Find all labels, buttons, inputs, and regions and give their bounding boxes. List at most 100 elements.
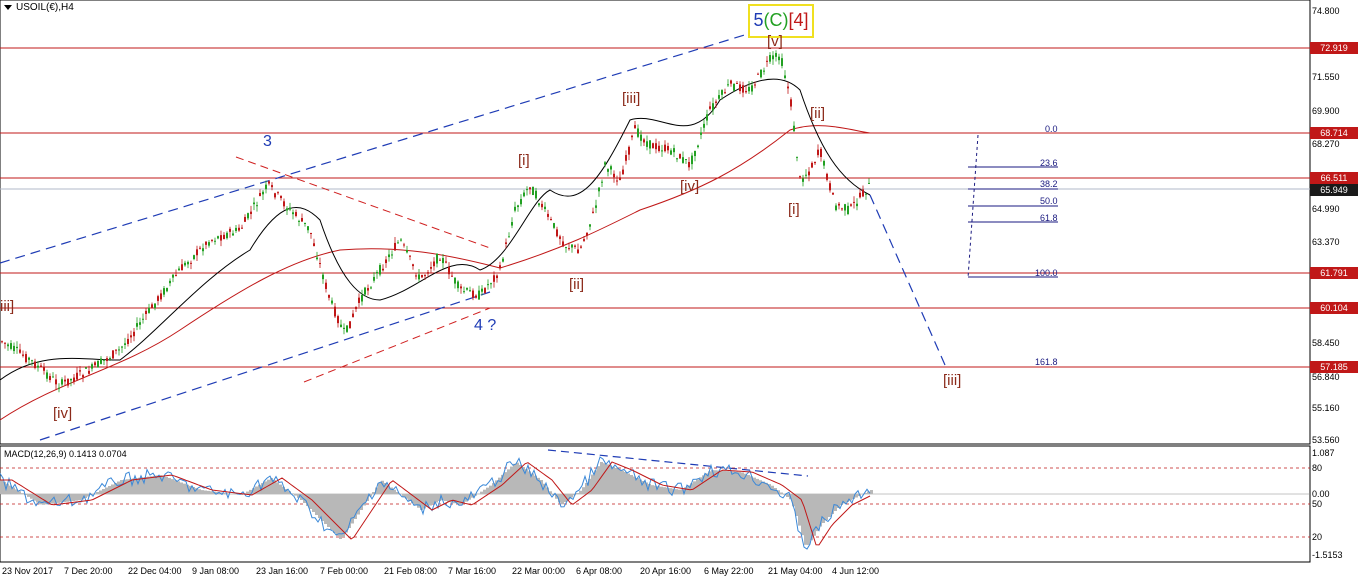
dropdown-triangle-icon[interactable] xyxy=(4,4,12,10)
wave-iv-mid-label[interactable]: [iv] xyxy=(680,178,699,195)
price-box-61791: 61.791 xyxy=(1310,267,1358,279)
projection-line[interactable] xyxy=(869,194,946,366)
macd-divergence-line[interactable] xyxy=(547,449,809,477)
candle-body xyxy=(307,226,309,231)
candle-body xyxy=(208,242,210,246)
wave-i-low-label[interactable]: [i] xyxy=(788,201,800,218)
macd-hist-bar xyxy=(747,475,750,494)
candle-body xyxy=(598,187,600,192)
wave-ii-mid-label[interactable]: [ii] xyxy=(810,105,825,122)
candle-body xyxy=(694,150,696,157)
wave-iii-target-label[interactable]: [iii] xyxy=(943,372,961,389)
candle-body xyxy=(637,128,639,137)
candle-body xyxy=(622,169,624,175)
candle-body xyxy=(409,255,411,257)
macd-hist-bar xyxy=(72,494,75,501)
candle-body xyxy=(139,322,141,325)
macd-indicator-title[interactable]: MACD(12,26,9) 0.1413 0.0704 xyxy=(4,449,127,459)
candle-body xyxy=(136,323,138,327)
macd-hist-bar xyxy=(723,470,726,494)
candle-body xyxy=(514,206,516,211)
wave-iii-label[interactable]: [iii] xyxy=(622,90,640,107)
candle-body xyxy=(199,247,201,249)
candle-body xyxy=(691,155,693,165)
chart-canvas[interactable] xyxy=(0,0,1362,584)
candle-body xyxy=(250,211,252,215)
fibonacci-tool[interactable] xyxy=(967,134,1058,279)
macd-hist-bar xyxy=(621,470,624,494)
candle-body xyxy=(781,58,783,66)
upper-channel-line[interactable] xyxy=(0,17,801,264)
wave-v-label[interactable]: [v] xyxy=(767,33,783,50)
candle-body xyxy=(76,372,78,380)
wave-iv-left-label[interactable]: [iv] xyxy=(53,405,72,422)
candle-body xyxy=(487,284,489,286)
candle-body xyxy=(577,249,579,254)
macd-hist-bar xyxy=(18,491,21,494)
candle-body xyxy=(328,294,330,298)
wave-i-top-label[interactable]: [i] xyxy=(518,152,530,169)
candle-body xyxy=(247,213,249,219)
macd-tick: 20 xyxy=(1312,532,1323,542)
wave-4-question-label[interactable]: 4 ? xyxy=(474,317,496,335)
lower-channel-line[interactable] xyxy=(39,291,491,441)
time-tick: 23 Nov 2017 xyxy=(2,566,54,576)
candle-body xyxy=(574,245,576,247)
candle-body xyxy=(697,145,699,148)
candle-body xyxy=(802,178,804,182)
candle-body xyxy=(490,283,492,285)
candle-body xyxy=(196,249,198,256)
candle-body xyxy=(547,213,549,217)
candle-body xyxy=(505,242,507,244)
candle-body xyxy=(322,274,324,280)
candle-body xyxy=(64,379,66,382)
triangle-upper-line[interactable] xyxy=(235,156,491,249)
wave-ii-low-label[interactable]: [ii] xyxy=(569,276,584,293)
candle-body xyxy=(562,241,564,247)
macd-hist-bar xyxy=(804,494,807,545)
candle-body xyxy=(391,254,393,256)
macd-hist-bar xyxy=(414,494,417,506)
candle-body xyxy=(685,159,687,161)
candle-body xyxy=(586,232,588,236)
candle-body xyxy=(442,258,444,264)
candle-body xyxy=(673,148,675,153)
candle-body xyxy=(838,203,840,206)
candle-body xyxy=(652,143,654,149)
wave-3-label[interactable]: 3 xyxy=(263,133,272,151)
candle-body xyxy=(373,276,375,281)
symbol-title[interactable]: USOIL(€),H4 xyxy=(4,2,74,13)
ma-fast-black[interactable] xyxy=(0,78,871,381)
candle-body xyxy=(451,275,453,277)
candle-body xyxy=(121,346,123,348)
candle-body xyxy=(214,240,216,242)
candle-body xyxy=(496,275,498,279)
candle-body xyxy=(7,344,9,347)
candle-body xyxy=(679,154,681,159)
price-box-57185: 57.185 xyxy=(1310,361,1358,373)
candle-body xyxy=(526,189,528,191)
candle-body xyxy=(454,277,456,284)
macd-hist-bar xyxy=(156,475,159,494)
candle-body xyxy=(367,288,369,291)
price-tick: 63.370 xyxy=(1312,237,1340,247)
candle-body xyxy=(754,84,756,86)
candle-body xyxy=(61,379,63,385)
candle-body xyxy=(388,254,390,258)
chart-area[interactable]: USOIL(€),H4 MACD(12,26,9) 0.1413 0.0704 … xyxy=(0,0,1362,584)
candle-body xyxy=(40,365,42,367)
macd-hist-bar xyxy=(729,471,732,494)
fib-label-236: 23.6 xyxy=(1040,158,1058,168)
candlestick-series[interactable] xyxy=(1,50,870,393)
candle-body xyxy=(460,286,462,289)
macd-hist-bar xyxy=(486,487,489,494)
triangle-lower-line[interactable] xyxy=(303,307,491,383)
wave-iii-edge-label[interactable]: iii] xyxy=(0,298,14,315)
candle-body xyxy=(142,318,144,320)
macd-hist-bar xyxy=(732,471,735,494)
time-tick: 4 Jun 12:00 xyxy=(832,566,880,576)
candle-body xyxy=(592,211,594,213)
macd-hist-bar xyxy=(174,480,177,494)
macd-hist-bar xyxy=(627,473,630,494)
macd-tick: 1.087 xyxy=(1312,448,1335,458)
